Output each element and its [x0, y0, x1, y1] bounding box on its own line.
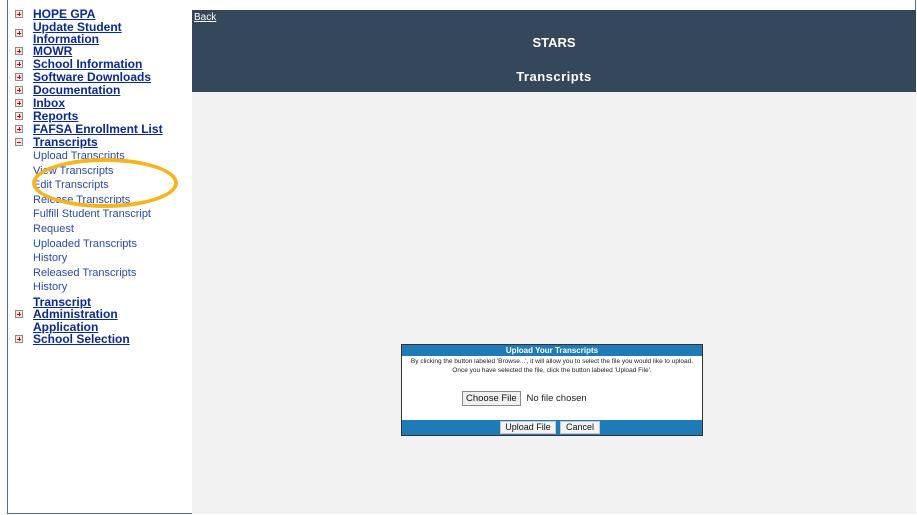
submenu-released-transcripts-history[interactable]: Released Transcripts History	[14, 266, 153, 295]
main-content: Back STARS Transcripts Upload Your Trans…	[192, 10, 916, 514]
sidebar-item-label: Documentation	[33, 83, 121, 97]
expand-icon[interactable]	[15, 125, 23, 133]
submenu-upload-transcripts[interactable]: Upload Transcripts	[14, 149, 189, 164]
file-input[interactable]: Choose File No file chosen	[462, 391, 587, 406]
page-title: Transcripts	[516, 69, 592, 84]
sidebar-item-label: School Information	[33, 57, 143, 71]
sidebar-item-label: School Selection	[33, 331, 130, 346]
submenu-release-transcripts[interactable]: Release Transcripts	[14, 193, 189, 208]
expand-icon[interactable]	[15, 60, 23, 68]
sidebar-item-inbox[interactable]: Inbox	[14, 97, 189, 109]
sidebar-item-school-selection[interactable]: School Selection	[14, 333, 189, 345]
app-title: STARS	[532, 35, 576, 50]
sidebar-item-label: MOWR	[33, 44, 73, 58]
sidebar-item-hope-gpa[interactable]: HOPE GPA	[14, 8, 189, 20]
sidebar-item-label: FAFSA Enrollment List	[33, 122, 163, 136]
sidebar-item-school-information[interactable]: School Information	[14, 58, 189, 70]
sidebar-item-label: Inbox	[33, 96, 65, 110]
sidebar-item-documentation[interactable]: Documentation	[14, 84, 189, 96]
collapse-icon[interactable]	[15, 138, 23, 146]
page-header: Back STARS Transcripts	[192, 10, 916, 92]
choose-file-button[interactable]: Choose File	[462, 391, 521, 406]
dialog-title: Upload Your Transcripts	[402, 345, 702, 356]
expand-icon[interactable]	[15, 29, 23, 37]
sidebar-item-fafsa-enrollment-list[interactable]: FAFSA Enrollment List	[14, 123, 189, 135]
sidebar-item-label: Update Student Information	[33, 20, 122, 46]
submenu-uploaded-transcripts-history[interactable]: Uploaded Transcripts History	[14, 237, 153, 266]
upload-file-button[interactable]: Upload File	[500, 421, 556, 434]
expand-icon[interactable]	[15, 99, 23, 107]
sidebar-item-label: HOPE GPA	[33, 7, 96, 21]
expand-icon[interactable]	[15, 334, 23, 343]
sidebar-item-administration[interactable]: Administration	[14, 308, 189, 320]
sidebar-nav: HOPE GPA Update Student Information MOWR…	[14, 8, 189, 513]
expand-icon[interactable]	[15, 309, 23, 318]
expand-icon[interactable]	[15, 10, 23, 18]
sidebar-item-software-downloads[interactable]: Software Downloads	[14, 71, 189, 83]
expand-icon[interactable]	[15, 47, 23, 55]
file-status-text: No file chosen	[526, 393, 587, 404]
back-link[interactable]: Back	[194, 12, 216, 23]
submenu-fulfill-student-transcript-request[interactable]: Fulfill Student Transcript Request	[14, 207, 173, 236]
expand-icon[interactable]	[15, 73, 23, 81]
sidebar-item-mowr[interactable]: MOWR	[14, 45, 189, 57]
sidebar-item-transcripts[interactable]: Transcripts	[14, 136, 189, 148]
transcripts-submenu: Upload Transcripts View Transcripts Edit…	[14, 149, 189, 295]
expand-icon[interactable]	[15, 112, 23, 120]
dialog-instructions: By clicking the button labeled 'Browse..…	[410, 358, 694, 374]
submenu-view-transcripts[interactable]: View Transcripts	[14, 164, 189, 179]
sidebar-item-label: Administration	[33, 306, 118, 321]
upload-dialog: Upload Your Transcripts By clicking the …	[401, 344, 703, 436]
sidebar-item-label: Transcripts	[33, 135, 98, 149]
expand-icon[interactable]	[15, 86, 23, 94]
sidebar-item-update-student-information[interactable]: Update Student Information	[14, 21, 189, 45]
sidebar-item-reports[interactable]: Reports	[14, 110, 189, 122]
dialog-footer: Upload File Cancel	[402, 420, 702, 435]
cancel-button[interactable]: Cancel	[560, 421, 600, 434]
sidebar-item-label: Reports	[33, 109, 79, 123]
sidebar-item-label: Software Downloads	[33, 70, 152, 84]
submenu-edit-transcripts[interactable]: Edit Transcripts	[14, 178, 189, 193]
